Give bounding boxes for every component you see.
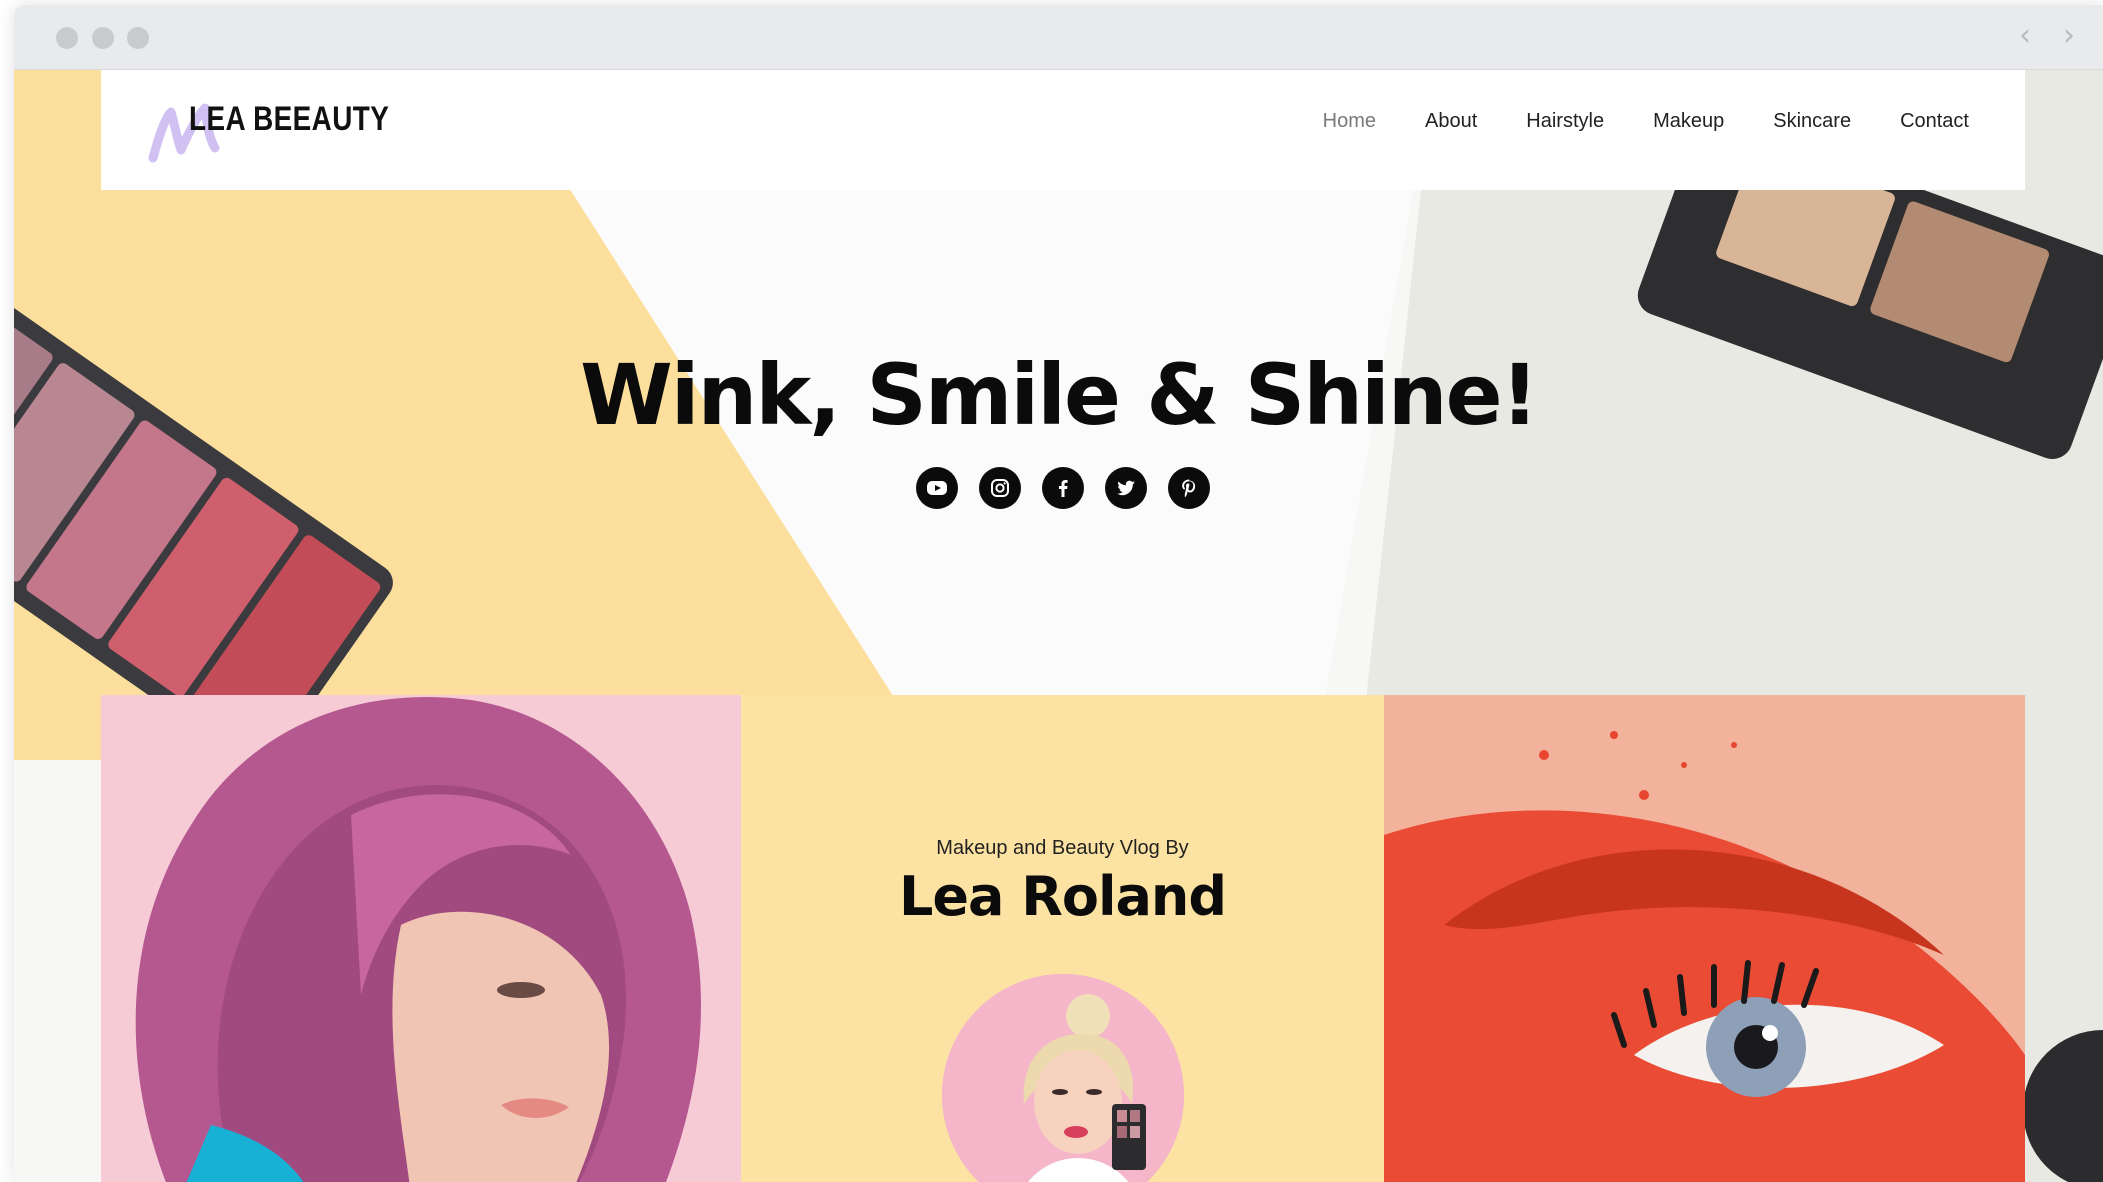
main-navigation: Home About Hairstyle Makeup Skincare Con… [1323, 110, 1969, 133]
browser-window: ‹ › LEA BEEAUTY Home About Hairstyle Mak… [14, 5, 2103, 1182]
window-close-dot[interactable] [56, 27, 78, 49]
intro-subtitle: Makeup and Beauty Vlog By [936, 837, 1189, 859]
back-arrow-icon[interactable]: ‹ [2019, 21, 2031, 51]
site-header: LEA BEEAUTY Home About Hairstyle Makeup … [101, 70, 2025, 190]
intro-name: Lea Roland [899, 865, 1227, 928]
pink-hair-photo [101, 695, 741, 1182]
instagram-icon[interactable] [979, 467, 1021, 509]
intro-panel: Makeup and Beauty Vlog By Lea Roland [741, 695, 1384, 1182]
nav-makeup[interactable]: Makeup [1653, 110, 1724, 133]
avatar [942, 974, 1184, 1182]
forward-arrow-icon[interactable]: › [2063, 21, 2075, 51]
nav-contact[interactable]: Contact [1900, 110, 1969, 133]
browser-toolbar: ‹ › [14, 5, 2103, 70]
window-maximize-dot[interactable] [127, 27, 149, 49]
nav-about[interactable]: About [1425, 110, 1477, 133]
window-minimize-dot[interactable] [92, 27, 114, 49]
pinterest-icon[interactable] [1168, 467, 1210, 509]
nav-skincare[interactable]: Skincare [1773, 110, 1851, 133]
social-links [916, 467, 1210, 509]
facebook-icon[interactable] [1042, 467, 1084, 509]
youtube-icon[interactable] [916, 467, 958, 509]
brand-logo[interactable]: LEA BEEAUTY [189, 100, 389, 139]
red-eye-makeup-photo [1384, 695, 2025, 1182]
nav-home[interactable]: Home [1323, 110, 1376, 133]
page-viewport: LEA BEEAUTY Home About Hairstyle Makeup … [14, 70, 2103, 1182]
hero-title: Wink, Smile & Shine! [580, 346, 1539, 444]
nav-hairstyle[interactable]: Hairstyle [1526, 110, 1604, 133]
featured-panels: Makeup and Beauty Vlog By Lea Roland [101, 695, 2025, 1182]
twitter-icon[interactable] [1105, 467, 1147, 509]
